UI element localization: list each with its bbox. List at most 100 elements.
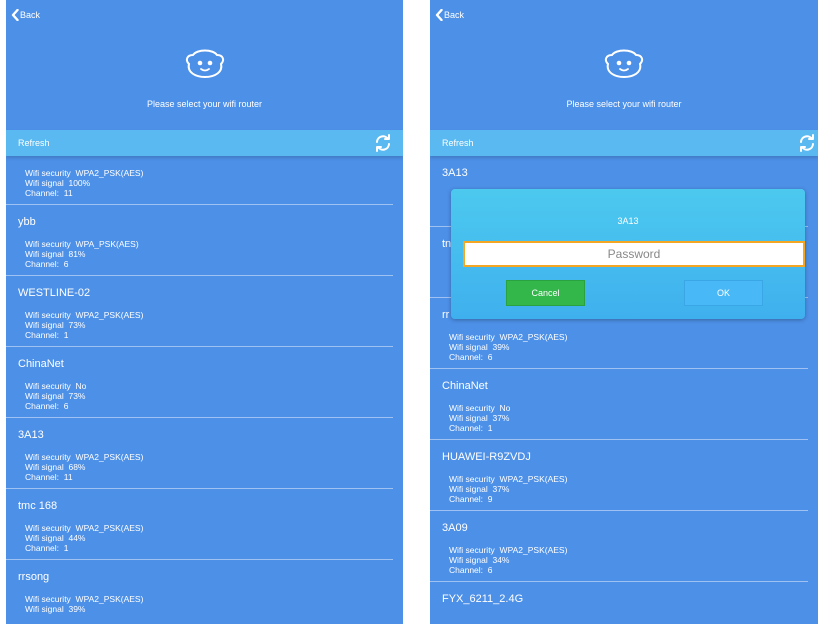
signal-line-value: 100% xyxy=(68,178,91,189)
signal-line: Wifi signal 68% xyxy=(25,462,393,472)
security-line-value: WPA2_PSK(AES) xyxy=(75,523,144,533)
channel-line-value: 1 xyxy=(63,330,69,341)
network-details: Wifi security WPA2_PSK(AES) Wifi signal 7… xyxy=(6,300,393,346)
signal-line-value: 37% xyxy=(492,484,510,495)
back-button[interactable]: Back xyxy=(11,9,40,21)
signal-line-label: Wifi signal xyxy=(25,391,64,402)
network-details: Wifi security No Wifi signal 37% Channel: … xyxy=(430,393,808,439)
signal-line: Wifi signal 37% xyxy=(449,413,808,423)
signal-line: Wifi signal 73% xyxy=(25,320,393,330)
ok-button[interactable]: OK xyxy=(684,280,763,306)
security-line: Wifi security No xyxy=(25,381,393,391)
channel-line: Channel: 1 xyxy=(25,330,393,340)
chevron-left-icon xyxy=(435,9,443,21)
security-line-label: Wifi security xyxy=(449,474,495,484)
back-button[interactable]: Back xyxy=(435,9,464,21)
signal-line-value: 37% xyxy=(492,413,510,424)
refresh-icon[interactable] xyxy=(374,134,392,152)
refresh-label[interactable]: Refresh xyxy=(442,138,474,148)
refresh-icon[interactable] xyxy=(798,134,816,152)
network-details: Wifi security No Wifi signal 73% Channel: … xyxy=(6,371,393,417)
network-details: Wifi security WPA2_PSK(AES) Wifi signal 6… xyxy=(6,442,393,488)
channel-line: Channel: 6 xyxy=(449,565,808,575)
signal-line-value: 73% xyxy=(68,320,86,331)
channel-line: Channel: 9 xyxy=(449,494,808,504)
signal-line-label: Wifi signal xyxy=(25,178,64,189)
security-line: Wifi security WPA2_PSK(AES) xyxy=(25,594,393,604)
network-details: Wifi security WPA_PSK(AES) Wifi signal 81… xyxy=(6,229,393,275)
security-line-value: No xyxy=(499,403,511,413)
signal-line-value: 68% xyxy=(68,462,86,473)
signal-line-label: Wifi signal xyxy=(449,484,488,495)
cancel-button[interactable]: Cancel xyxy=(506,280,585,306)
network-name: 3A13 xyxy=(442,167,468,179)
network-details: Wifi security WPA2_PSK(AES) Wifi signal 3… xyxy=(430,322,808,368)
channel-line-value: 1 xyxy=(487,423,493,434)
signal-line: Wifi signal 39% xyxy=(449,342,808,352)
channel-line-value: 1 xyxy=(63,543,69,554)
password-input[interactable]: Password xyxy=(463,241,805,267)
security-line: Wifi security WPA2_PSK(AES) xyxy=(25,523,393,533)
channel-line-value: 6 xyxy=(63,401,69,412)
wifi-list-screen-right: Back Please select your wifi router Refr… xyxy=(430,0,818,624)
wifi-network-item[interactable]: ybb Wifi security WPA_PSK(AES) Wifi signal… xyxy=(6,205,393,276)
smiley-face-icon xyxy=(604,49,644,79)
network-details xyxy=(430,606,808,624)
network-details: Wifi security WPA2_PSK(AES) Wifi signal 3… xyxy=(430,464,808,510)
channel-line: Channel: 6 xyxy=(25,259,393,269)
security-line-label: Wifi security xyxy=(25,594,71,604)
refresh-label[interactable]: Refresh xyxy=(18,138,50,148)
wifi-network-item[interactable]: ChinaNet Wifi security No Wifi signal 73% C… xyxy=(6,347,393,418)
wifi-network-item[interactable]: ChinaNet Wifi security No Wifi signal 37% C… xyxy=(430,369,808,440)
refresh-bar: Refresh xyxy=(6,130,403,156)
channel-line: Channel: 11 xyxy=(25,188,393,198)
channel-line-label: Channel: xyxy=(449,352,484,363)
channel-line-label: Channel: xyxy=(25,330,60,341)
channel-line-label: Channel: xyxy=(449,423,484,434)
wifi-network-item[interactable]: 3A09 Wifi security WPA2_PSK(AES) Wifi sign… xyxy=(430,511,808,582)
channel-line-label: Channel: xyxy=(25,472,60,483)
security-line: Wifi security WPA2_PSK(AES) xyxy=(25,452,393,462)
signal-line-label: Wifi signal xyxy=(25,249,64,260)
channel-line-label: Channel: xyxy=(25,401,60,412)
signal-line-label: Wifi signal xyxy=(25,320,64,331)
security-line-value: WPA2_PSK(AES) xyxy=(499,332,568,342)
channel-line-value: 11 xyxy=(63,472,73,483)
wifi-network-list: Wifi security WPA2_PSK(AES) Wifi signal 1… xyxy=(6,156,403,624)
signal-line-label: Wifi signal xyxy=(25,533,64,544)
signal-line: Wifi signal 44% xyxy=(25,533,393,543)
security-line: Wifi security WPA2_PSK(AES) xyxy=(449,474,808,484)
wifi-network-item[interactable]: HUAWEI-R9ZVDJ Wifi security WPA2_PSK(AES)… xyxy=(430,440,808,511)
security-line-value: WPA2_PSK(AES) xyxy=(75,594,144,604)
wifi-network-item[interactable]: tmc 168 Wifi security WPA2_PSK(AES) Wifi s… xyxy=(6,489,393,560)
refresh-bar: Refresh xyxy=(430,130,818,156)
channel-line-value: 6 xyxy=(63,259,69,270)
wifi-network-item[interactable]: WESTLINE-02 Wifi security WPA2_PSK(AES) Wi… xyxy=(6,276,393,347)
smiley-face-icon xyxy=(185,49,224,79)
wifi-network-item[interactable]: Wifi security WPA2_PSK(AES) Wifi signal 1… xyxy=(6,156,393,205)
security-line-label: Wifi security xyxy=(25,239,71,249)
channel-line-label: Channel: xyxy=(449,565,484,576)
channel-line-label: Channel: xyxy=(25,543,60,554)
network-name: ybb xyxy=(18,216,36,228)
network-details: Wifi security WPA2_PSK(AES) Wifi signal 1… xyxy=(6,156,393,204)
network-name: 3A13 xyxy=(18,429,44,441)
chevron-left-icon xyxy=(11,9,19,21)
wifi-network-item[interactable]: FYX_6211_2.4G xyxy=(430,582,808,624)
security-line-value: WPA2_PSK(AES) xyxy=(499,474,568,484)
signal-line-label: Wifi signal xyxy=(449,342,488,353)
signal-line: Wifi signal 73% xyxy=(25,391,393,401)
security-line: Wifi security WPA2_PSK(AES) xyxy=(25,310,393,320)
security-line-label: Wifi security xyxy=(25,381,71,391)
channel-line-value: 6 xyxy=(487,565,493,576)
security-line-value: WPA2_PSK(AES) xyxy=(75,452,144,462)
security-line-label: Wifi security xyxy=(449,332,495,342)
wifi-network-item[interactable]: rrsong Wifi security WPA2_PSK(AES) Wifi si… xyxy=(6,560,393,624)
security-line: Wifi security No xyxy=(449,403,808,413)
signal-line-value: 44% xyxy=(68,533,86,544)
wifi-network-item[interactable]: 3A13 Wifi security WPA2_PSK(AES) Wifi sign… xyxy=(6,418,393,489)
channel-line: Channel: 6 xyxy=(25,401,393,411)
signal-line-label: Wifi signal xyxy=(25,462,64,473)
security-line: Wifi security WPA2_PSK(AES) xyxy=(25,168,393,178)
network-name: 3A09 xyxy=(442,522,468,534)
